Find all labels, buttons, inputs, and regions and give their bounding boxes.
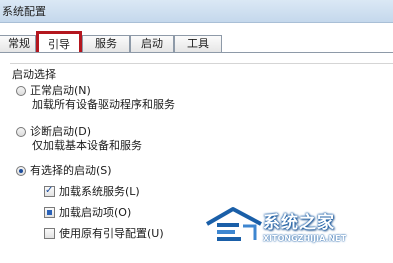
window-title: 系统配置 bbox=[2, 5, 46, 18]
load-startup-items-checkbox[interactable]: 加载启动项(O) bbox=[44, 206, 131, 220]
diagnostic-startup-label: 诊断启动(D) bbox=[30, 125, 92, 138]
tab-services[interactable]: 服务 bbox=[82, 35, 130, 52]
radio-selected-icon bbox=[16, 166, 26, 176]
radio-icon bbox=[16, 127, 26, 137]
group-divider bbox=[10, 63, 393, 64]
tab-strip: 常规 服务 启动 工具 引导 bbox=[0, 22, 393, 52]
selective-startup-label: 有选择的启动(S) bbox=[30, 164, 112, 177]
startup-selection-title: 启动选择 bbox=[12, 66, 59, 82]
load-system-services-label: 加载系统服务(L) bbox=[59, 185, 140, 198]
use-original-boot-config-checkbox[interactable]: 使用原有引导配置(U) bbox=[44, 227, 164, 241]
checkbox-unchecked-icon bbox=[44, 228, 55, 239]
tab-general[interactable]: 常规 bbox=[0, 35, 36, 52]
tab-tools[interactable]: 工具 bbox=[174, 35, 222, 52]
normal-startup-label: 正常启动(N) bbox=[30, 84, 91, 97]
tab-boot[interactable]: 引导 bbox=[36, 31, 82, 52]
diagnostic-startup-desc: 仅加载基本设备和服务 bbox=[32, 139, 142, 152]
watermark-name: 系统之家 bbox=[263, 213, 335, 233]
checkbox-partial-icon bbox=[44, 207, 55, 218]
diagnostic-startup-radio[interactable]: 诊断启动(D) bbox=[16, 125, 91, 139]
title-bar: 系统配置 bbox=[0, 0, 393, 23]
normal-startup-radio[interactable]: 正常启动(N) bbox=[16, 84, 91, 98]
checkbox-checked-icon bbox=[44, 184, 55, 198]
radio-icon bbox=[16, 86, 26, 96]
site-watermark: 系统之家 XITONGZHIJIA.NET bbox=[203, 200, 393, 262]
load-system-services-checkbox[interactable]: 加载系统服务(L) bbox=[44, 184, 140, 199]
normal-startup-desc: 加载所有设备驱动程序和服务 bbox=[32, 98, 175, 111]
tab-startup[interactable]: 启动 bbox=[130, 35, 174, 52]
watermark-url: XITONGZHIJIA.NET bbox=[263, 234, 347, 243]
use-original-boot-config-label: 使用原有引导配置(U) bbox=[59, 227, 164, 240]
load-startup-items-label: 加载启动项(O) bbox=[59, 206, 132, 219]
house-logo-icon bbox=[206, 207, 262, 241]
selective-startup-radio[interactable]: 有选择的启动(S) bbox=[16, 164, 112, 178]
